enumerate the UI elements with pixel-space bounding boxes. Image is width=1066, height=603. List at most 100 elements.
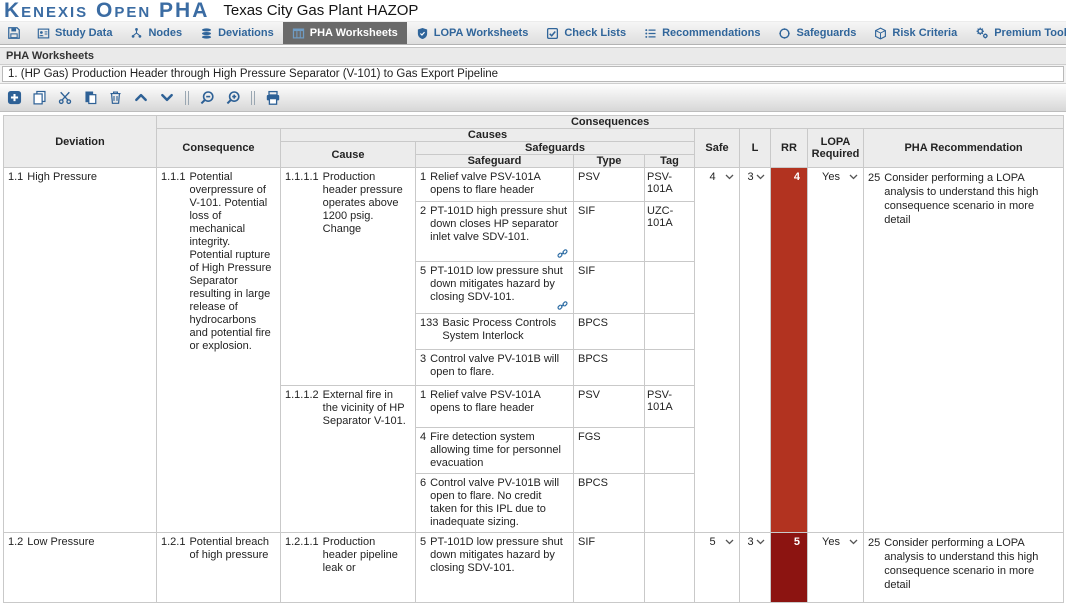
- study-data-icon: [37, 27, 50, 40]
- safeguard-type-cell[interactable]: BPCS: [574, 314, 645, 350]
- edit-toolbar: [0, 84, 1066, 112]
- safeguard-text: PT-101D high pressure shut down closes H…: [430, 205, 569, 244]
- safeguard-tag-cell[interactable]: PSV-101A: [645, 386, 695, 428]
- cause-cell[interactable]: 1.1.1.2External fire in the vicinity of …: [281, 386, 416, 533]
- safeguard-type-cell[interactable]: SIF: [574, 262, 645, 314]
- move-down-button[interactable]: [159, 90, 175, 105]
- safeguard-type-cell[interactable]: PSV: [574, 168, 645, 202]
- safeguard-tag-cell[interactable]: PSV-101A: [645, 168, 695, 202]
- tab-nodes[interactable]: Nodes: [121, 22, 191, 44]
- chevron-down-icon: [725, 174, 734, 180]
- col-header-deviation: Deviation: [4, 116, 157, 168]
- tab-label: Safeguards: [796, 27, 856, 39]
- consequence-text: Potential breach of high pressure: [189, 536, 276, 562]
- print-button[interactable]: [265, 90, 281, 106]
- toolbar-separator: [251, 91, 255, 105]
- app-logo: Kenexis Open PHA: [4, 1, 209, 21]
- risk-rank-cell: 4: [771, 168, 808, 533]
- move-up-button[interactable]: [133, 90, 149, 105]
- title-bar: Kenexis Open PHA Texas City Gas Plant HA…: [0, 0, 1066, 21]
- delete-button[interactable]: [108, 90, 123, 105]
- cut-button[interactable]: [57, 90, 73, 105]
- risk-criteria-icon: [874, 27, 887, 40]
- lopa-link-icon[interactable]: [557, 248, 568, 259]
- save-button[interactable]: [0, 22, 28, 44]
- col-header-safeguards: Safeguards: [416, 142, 695, 155]
- cause-cell[interactable]: 1.1.1.1Production header pressure operat…: [281, 168, 416, 386]
- safeguard-tag-cell[interactable]: UZC-101A: [645, 202, 695, 262]
- safeguard-tag-cell[interactable]: [645, 314, 695, 350]
- tab-pha-worksheets[interactable]: PHA Worksheets: [283, 22, 407, 44]
- safeguard-type-cell[interactable]: FGS: [574, 428, 645, 474]
- cause-number: 1.1.1.1: [285, 171, 319, 184]
- tab-risk-criteria[interactable]: Risk Criteria: [865, 22, 966, 44]
- tab-check-lists[interactable]: Check Lists: [537, 22, 635, 44]
- safeguard-cell[interactable]: 1 Relief valve PSV-101A opens to flare he…: [416, 386, 574, 428]
- safeguard-cell[interactable]: 4 Fire detection system allowing time for…: [416, 428, 574, 474]
- safeguard-cell[interactable]: 3Control valve PV-101B will open to flar…: [416, 350, 574, 386]
- safeguard-cell[interactable]: 6 Control valve PV-101B will open to flar…: [416, 474, 574, 533]
- safeguard-type-cell[interactable]: BPCS: [574, 474, 645, 533]
- tab-label: Risk Criteria: [892, 27, 957, 39]
- likelihood-select[interactable]: 3: [740, 533, 771, 603]
- paste-button[interactable]: [83, 90, 98, 105]
- safeguard-type-cell[interactable]: SIF: [574, 202, 645, 262]
- copy-button[interactable]: [32, 90, 47, 105]
- safeguard-number: 6: [420, 477, 426, 490]
- safe-select[interactable]: 5: [695, 533, 740, 603]
- selector-row: 1. (HP Gas) Production Header through Hi…: [0, 65, 1066, 84]
- safeguard-number: 1: [420, 389, 426, 402]
- safeguard-text: Relief valve PSV-101A opens to flare hea…: [430, 389, 569, 415]
- safeguard-number: 4: [420, 431, 426, 444]
- likelihood-select[interactable]: 3: [740, 168, 771, 533]
- tab-safeguards[interactable]: Safeguards: [769, 22, 865, 44]
- safeguard-text: Control valve PV-101B will open to flare…: [430, 353, 569, 379]
- col-header-lopa-required: LOPA Required: [808, 129, 864, 168]
- safeguard-type-cell[interactable]: BPCS: [574, 350, 645, 386]
- safeguard-tag-cell[interactable]: [645, 428, 695, 474]
- safeguard-type-cell[interactable]: SIF: [574, 533, 645, 603]
- col-header-rr: RR: [771, 129, 808, 168]
- tab-study-data[interactable]: Study Data: [28, 22, 121, 44]
- zoom-out-button[interactable]: [199, 90, 215, 106]
- deviation-cell[interactable]: 1.1 High Pressure: [4, 168, 157, 533]
- safeguard-tag-cell[interactable]: [645, 350, 695, 386]
- safe-select[interactable]: 4: [695, 168, 740, 533]
- deviation-text: High Pressure: [27, 171, 97, 184]
- safeguard-cell[interactable]: 5PT-101D low pressure shut down mitigate…: [416, 533, 574, 603]
- lopa-required-select[interactable]: Yes: [808, 533, 864, 603]
- safeguard-cell[interactable]: 5PT-101D low pressure shut down mitigate…: [416, 262, 574, 314]
- deviation-cell[interactable]: 1.2Low Pressure: [4, 533, 157, 603]
- recommendation-cell[interactable]: 25Consider performing a LOPA analysis to…: [864, 533, 1064, 603]
- lopa-required-select[interactable]: Yes: [808, 168, 864, 533]
- deviation-number: 1.2: [8, 536, 23, 549]
- consequence-number: 1.2.1: [161, 536, 185, 549]
- nodes-icon: [130, 27, 143, 40]
- safeguard-cell[interactable]: 2PT-101D high pressure shut down closes …: [416, 202, 574, 262]
- consequence-cell[interactable]: 1.2.1 Potential breach of high pressure: [157, 533, 281, 603]
- lopa-link-icon[interactable]: [557, 300, 568, 311]
- safeguard-cell[interactable]: 133Basic Process Controls System Interlo…: [416, 314, 574, 350]
- safeguard-text: Fire detection system allowing time for …: [430, 431, 569, 470]
- chevron-down-icon: [725, 539, 734, 545]
- menu-premium-tools[interactable]: Premium Tools: [966, 22, 1066, 44]
- safeguard-cell[interactable]: 1Relief valve PSV-101A opens to flare he…: [416, 168, 574, 202]
- cause-cell[interactable]: 1.2.1.1Production header pipeline leak o…: [281, 533, 416, 603]
- safeguard-text: Control valve PV-101B will open to flare…: [430, 477, 569, 529]
- chevron-down-icon: [849, 539, 858, 545]
- deviation-number: 1.1: [8, 171, 23, 184]
- consequence-cell[interactable]: 1.1.1Potential overpressure of V-101. Po…: [157, 168, 281, 533]
- recommendation-cell[interactable]: 25Consider performing a LOPA analysis to…: [864, 168, 1064, 533]
- worksheet-selector[interactable]: 1. (HP Gas) Production Header through Hi…: [2, 66, 1064, 82]
- col-header-l: L: [740, 129, 771, 168]
- safeguard-tag-cell[interactable]: [645, 533, 695, 603]
- add-button[interactable]: [7, 90, 22, 105]
- zoom-in-button[interactable]: [225, 90, 241, 106]
- tab-label: Recommendations: [662, 27, 760, 39]
- tab-lopa-worksheets[interactable]: LOPA Worksheets: [407, 22, 538, 44]
- tab-recommendations[interactable]: Recommendations: [635, 22, 769, 44]
- tab-deviations[interactable]: Deviations: [191, 22, 283, 44]
- safeguard-tag-cell[interactable]: [645, 474, 695, 533]
- safeguard-type-cell[interactable]: PSV: [574, 386, 645, 428]
- safeguard-tag-cell[interactable]: [645, 262, 695, 314]
